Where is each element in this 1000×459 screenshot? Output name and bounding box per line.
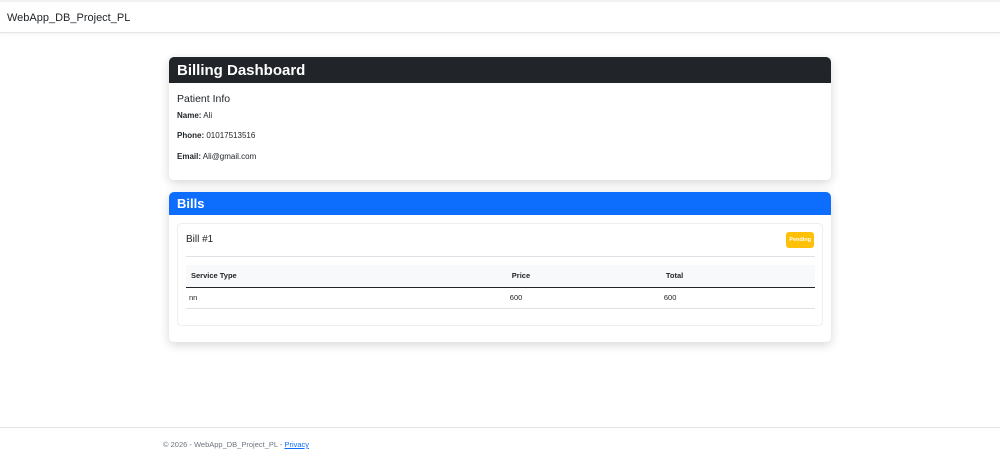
footer: © 2026 - WebApp_DB_Project_PL - Privacy — [0, 427, 1000, 459]
patient-email-value: Ali@gmail.com — [202, 152, 257, 161]
patient-name-value: Ali — [203, 111, 213, 120]
column-header-price: Price — [506, 265, 661, 288]
patient-phone-label: Phone: — [177, 131, 205, 140]
status-badge: Pending — [786, 232, 814, 248]
cell-total: 600 — [660, 287, 815, 309]
cell-service-type: nn — [186, 287, 507, 309]
table-row: nn 600 600 — [186, 287, 815, 309]
bills-header: Bills — [169, 192, 831, 215]
navbar: WebApp_DB_Project_PL — [0, 0, 1000, 33]
footer-text: © 2026 - WebApp_DB_Project_PL - Privacy — [163, 440, 309, 449]
page-title: Billing Dashboard — [177, 61, 306, 79]
bills-title: Bills — [177, 196, 205, 211]
patient-info-heading: Patient Info — [177, 93, 231, 105]
column-header-service-type: Service Type — [186, 265, 507, 288]
footer-copyright: © 2026 - WebApp_DB_Project_PL - — [163, 440, 285, 449]
bill-divider — [186, 256, 815, 257]
navbar-brand-link[interactable]: WebApp_DB_Project_PL — [7, 12, 130, 24]
services-table: Service Type Price Total nn 600 600 — [186, 265, 815, 309]
bill-title: Bill #1 — [186, 234, 214, 245]
column-header-total: Total — [660, 265, 815, 288]
patient-name-label: Name: — [177, 111, 202, 120]
patient-email-field: Email: Ali@gmail.com — [177, 152, 256, 161]
patient-name-field: Name: Ali — [177, 111, 212, 120]
patient-phone-value: 01017513516 — [206, 131, 256, 140]
table-header-row: Service Type Price Total — [186, 265, 815, 288]
patient-phone-field: Phone: 01017513516 — [177, 131, 255, 140]
cell-price: 600 — [506, 287, 661, 309]
bills-card: Bills Bill #1 Pending Service Type Price… — [169, 192, 831, 342]
bill-item: Bill #1 Pending Service Type Price Total… — [177, 223, 823, 326]
billing-dashboard-card: Billing Dashboard Patient Info Name: Ali… — [169, 57, 831, 180]
patient-email-label: Email: — [177, 152, 202, 161]
billing-dashboard-header: Billing Dashboard — [169, 57, 831, 83]
privacy-link[interactable]: Privacy — [284, 440, 309, 449]
